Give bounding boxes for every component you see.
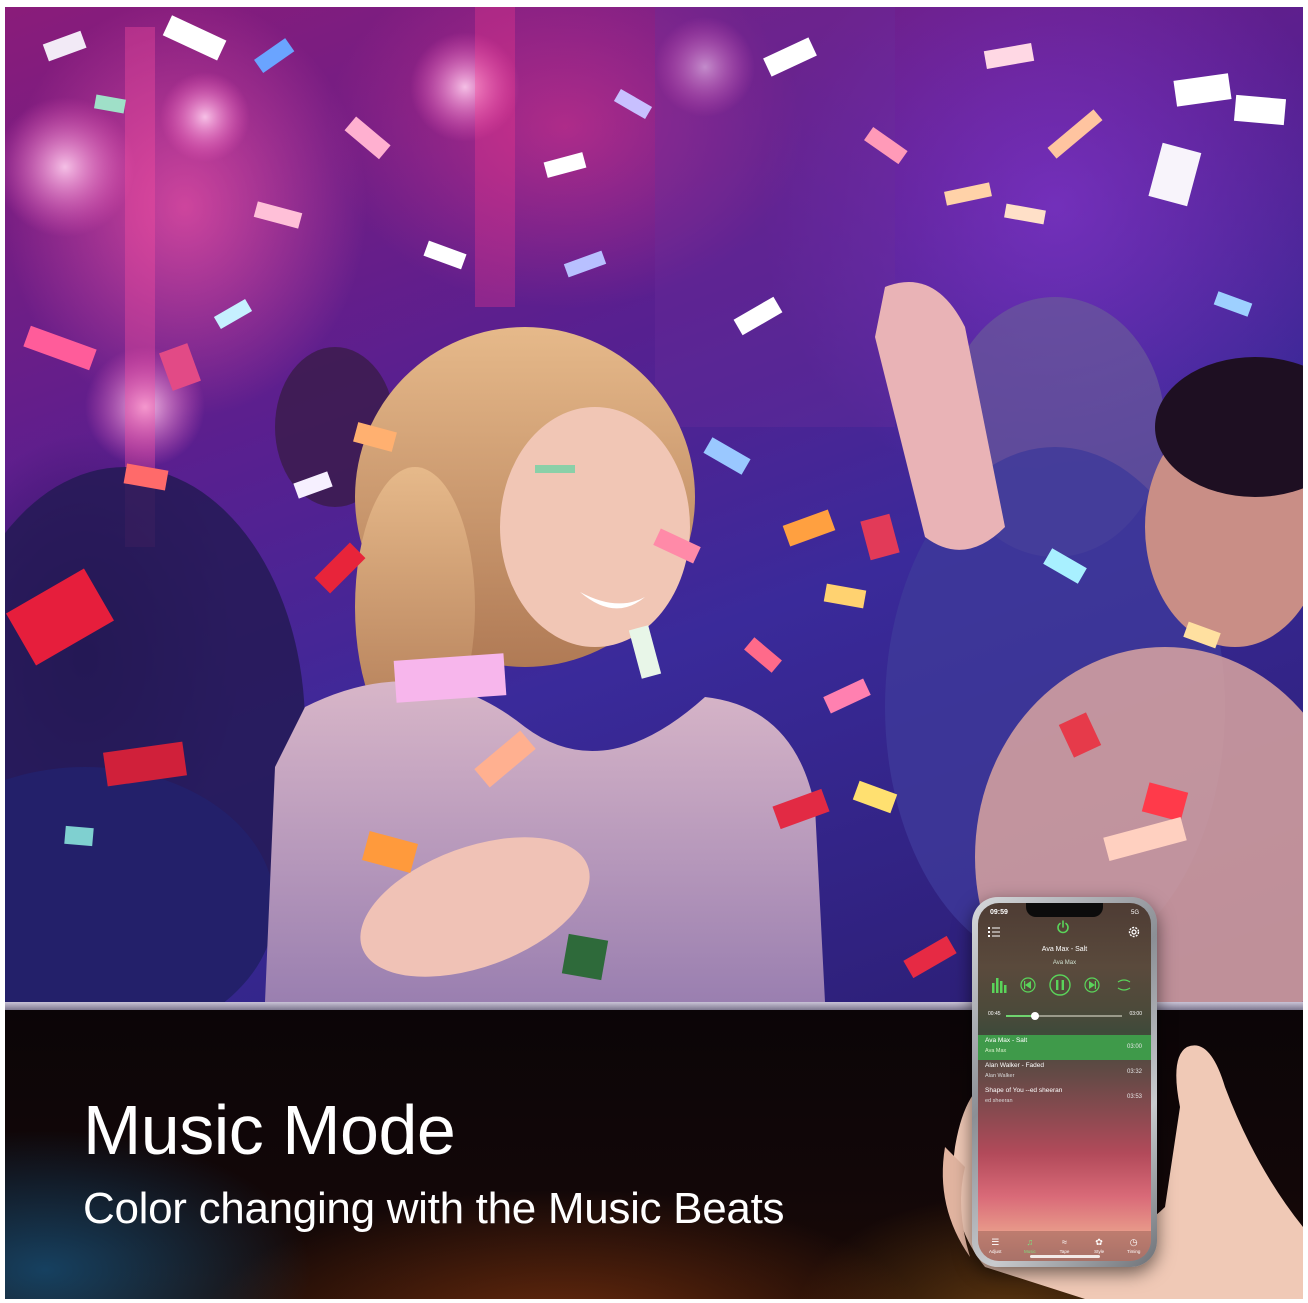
- equalizer-icon[interactable]: [992, 978, 1007, 993]
- playlist-item[interactable]: Alan Walker - Faded Alan Walker 03:32: [978, 1060, 1151, 1085]
- sliders-icon: ☰: [991, 1237, 1000, 1247]
- feature-title: Music Mode: [83, 1091, 456, 1169]
- track-name: Ava Max - Salt: [985, 1037, 1028, 1044]
- total-time: 03:00: [1129, 1011, 1142, 1017]
- playlist-item[interactable]: Shape of You --ed sheeran ed sheeran 03:…: [978, 1085, 1151, 1110]
- tab-adjust[interactable]: ☰ Adjust: [980, 1237, 1010, 1255]
- now-playing-title: Ava Max - Salt: [1041, 946, 1088, 953]
- progress-slider[interactable]: [1006, 1012, 1122, 1020]
- pause-icon[interactable]: [1049, 974, 1071, 996]
- phone-screen: 09:59 5G Ava Max - Salt Ava Max 00:45 03…: [978, 903, 1151, 1261]
- track-name: Shape of You --ed sheeran: [985, 1087, 1063, 1094]
- track-artist: ed sheeran: [985, 1098, 1013, 1104]
- playlist-item[interactable]: Ava Max - Salt Ava Max 03:00: [978, 1035, 1151, 1060]
- status-signal: 5G: [1130, 910, 1139, 916]
- product-image: Music Mode Color changing with the Music…: [5, 7, 1303, 1299]
- tab-label: Timing: [1127, 1249, 1141, 1254]
- menu-icon[interactable]: [988, 927, 1000, 937]
- previous-icon[interactable]: [1020, 977, 1036, 993]
- waves-icon: ≈: [1062, 1237, 1067, 1247]
- party-photo: [5, 7, 1303, 1002]
- track-name: Alan Walker - Faded: [985, 1062, 1045, 1069]
- tab-label: Adjust: [989, 1249, 1002, 1254]
- next-icon[interactable]: [1084, 977, 1100, 993]
- playback-controls: [992, 974, 1131, 996]
- clock-icon: ◷: [1129, 1237, 1138, 1247]
- playlist: Ava Max - Salt Ava Max 03:00 Alan Walker…: [978, 1035, 1151, 1110]
- feature-subtitle: Color changing with the Music Beats: [83, 1184, 785, 1233]
- party-scene-illustration: [5, 7, 1303, 1002]
- tab-music[interactable]: ♫ Music: [1015, 1237, 1045, 1255]
- tab-timing[interactable]: ◷ Timing: [1119, 1237, 1149, 1255]
- now-playing-artist: Ava Max: [1052, 960, 1077, 966]
- repeat-icon[interactable]: [1117, 979, 1131, 991]
- tab-style[interactable]: ✿ Style: [1084, 1237, 1114, 1255]
- smartphone: 09:59 5G Ava Max - Salt Ava Max 00:45 03…: [972, 897, 1157, 1267]
- track-artist: Alan Walker: [985, 1073, 1015, 1079]
- music-note-icon: ♫: [1026, 1237, 1034, 1247]
- style-icon: ✿: [1095, 1237, 1103, 1247]
- progress-knob[interactable]: [1031, 1012, 1039, 1020]
- status-time: 09:59: [990, 909, 1008, 916]
- track-duration: 03:00: [1126, 1044, 1142, 1050]
- track-duration: 03:53: [1126, 1094, 1142, 1100]
- track-duration: 03:32: [1126, 1069, 1142, 1075]
- track-artist: Ava Max: [985, 1048, 1007, 1054]
- phone-notch: [1026, 903, 1103, 917]
- elapsed-time: 00:45: [988, 1011, 1001, 1017]
- home-indicator: [1030, 1255, 1100, 1258]
- power-icon[interactable]: [1056, 920, 1070, 934]
- gear-icon[interactable]: [1127, 925, 1141, 939]
- tab-tape[interactable]: ≈ Tape: [1049, 1237, 1079, 1255]
